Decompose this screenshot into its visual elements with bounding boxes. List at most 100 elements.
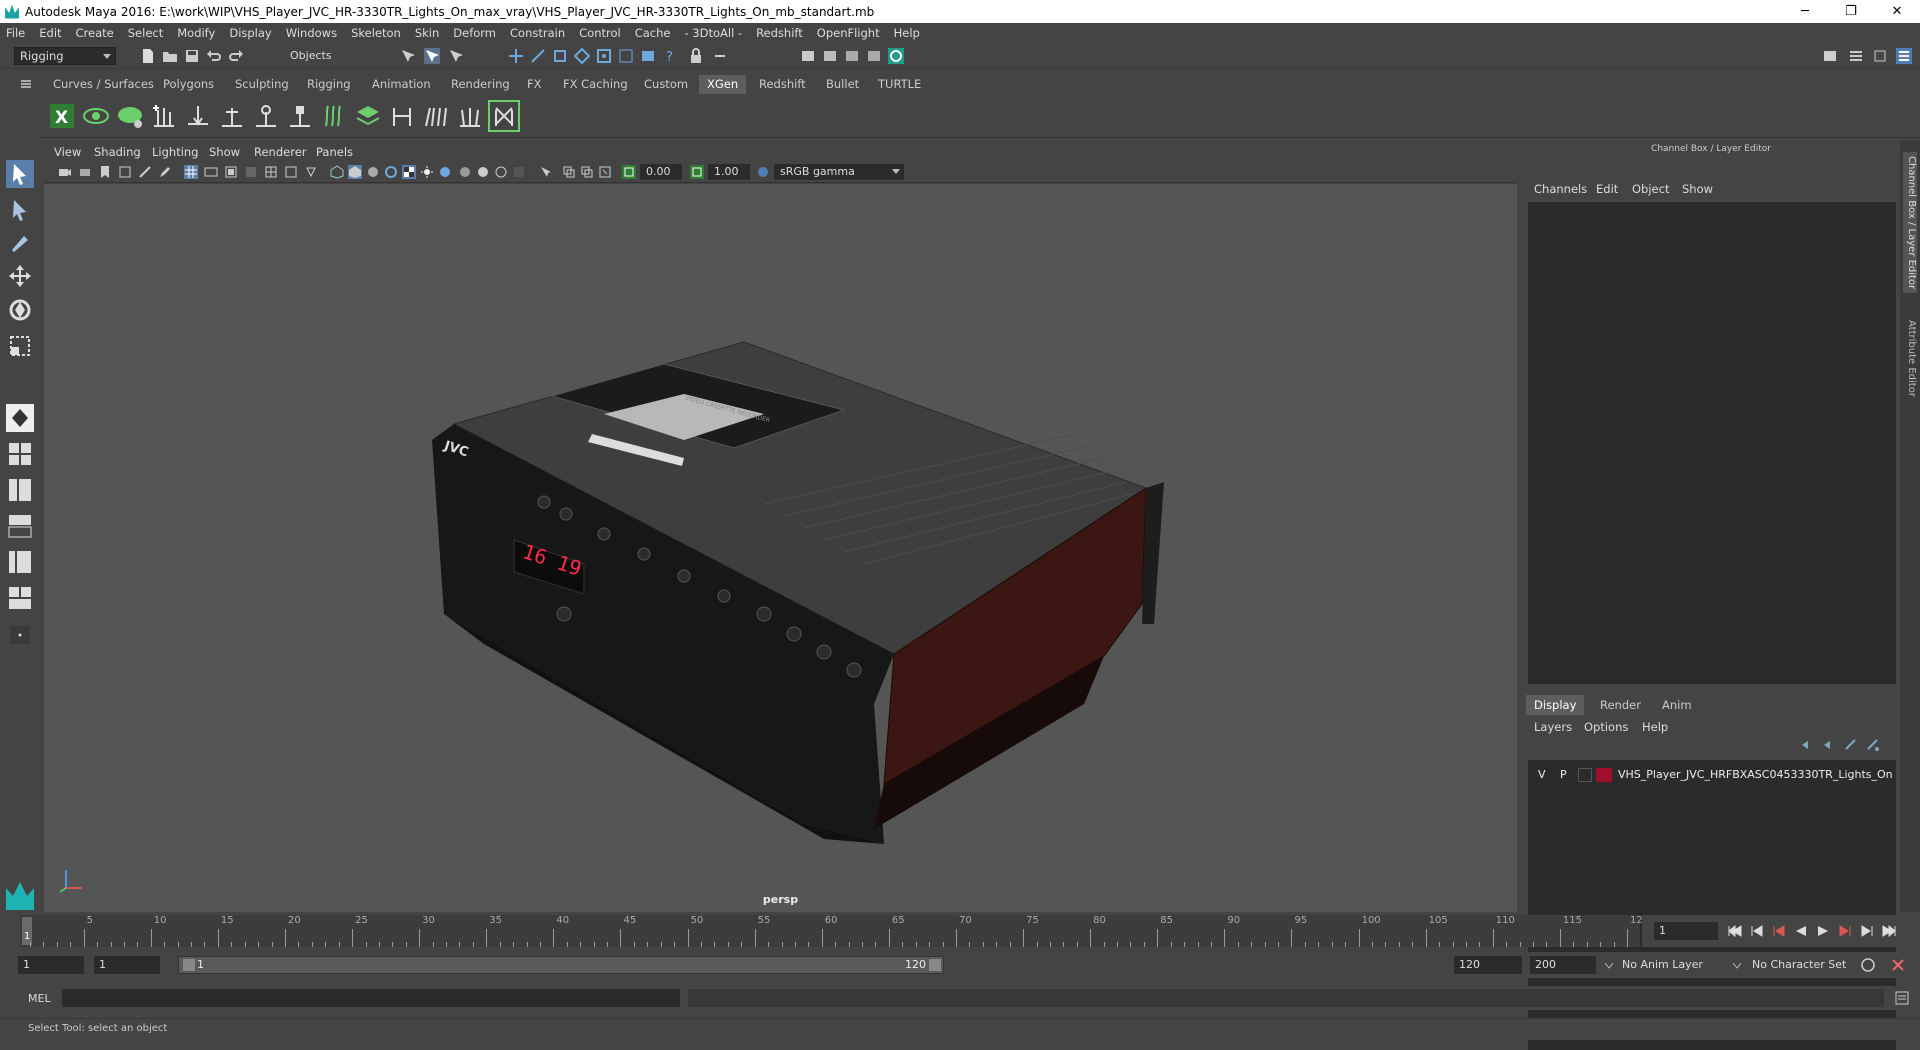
render-settings-icon[interactable] [844, 48, 860, 64]
undo-icon[interactable] [206, 48, 222, 64]
four-view-layout-icon[interactable] [6, 440, 34, 468]
viewport-menu-lighting[interactable]: Lighting [152, 145, 198, 159]
render-frame-icon[interactable] [800, 48, 816, 64]
layer-color-swatch[interactable] [1596, 768, 1612, 782]
xgen-create-description-icon[interactable] [116, 102, 144, 130]
paint-select-tool-icon[interactable] [6, 228, 34, 256]
menu-skeleton[interactable]: Skeleton [351, 26, 401, 40]
snap-bounding-icon[interactable] [618, 48, 634, 64]
menu-create[interactable]: Create [76, 26, 114, 40]
xray-joints-icon[interactable] [580, 165, 594, 179]
render-view-icon[interactable] [888, 48, 904, 64]
menu-modify[interactable]: Modify [177, 26, 215, 40]
menu-control[interactable]: Control [579, 26, 621, 40]
default-material-icon[interactable] [366, 165, 380, 179]
step-forward-frame-icon[interactable] [1838, 925, 1852, 937]
more-layouts-icon[interactable] [6, 624, 34, 646]
screen-space-ao-icon[interactable] [458, 165, 472, 179]
character-set-dropdown[interactable]: No Character Set [1752, 958, 1846, 971]
go-to-start-icon[interactable] [1728, 925, 1742, 937]
depth-of-field-icon[interactable] [512, 165, 526, 179]
tab-fx[interactable]: FX [519, 75, 550, 94]
anti-aliasing-icon[interactable] [494, 165, 508, 179]
grid-toggle-icon[interactable] [184, 165, 198, 179]
xgen-groom-icon[interactable] [320, 102, 348, 130]
play-backwards-icon[interactable] [1794, 925, 1808, 937]
tab-anim[interactable]: Anim [1654, 695, 1700, 715]
xgen-add-guide-icon[interactable] [150, 102, 178, 130]
safe-action-icon[interactable] [284, 165, 298, 179]
shelf-menu-icon[interactable] [20, 78, 32, 90]
side-tab-attribute-editor[interactable]: Attribute Editor [1903, 316, 1917, 401]
xgen-editor-icon[interactable]: X [48, 102, 76, 130]
new-layer-selected-icon[interactable] [1866, 738, 1880, 752]
menu-3dtoall[interactable]: - 3DtoAll - [684, 26, 742, 40]
command-language-label[interactable]: MEL [28, 992, 51, 1005]
layer-visibility-toggle[interactable]: V [1538, 768, 1546, 781]
playback-start-field[interactable]: 1 [94, 956, 160, 974]
tab-display[interactable]: Display [1526, 695, 1585, 715]
xgen-interactive-groom-icon[interactable] [388, 102, 416, 130]
channel-box-area[interactable] [1528, 202, 1896, 684]
ipr-render-icon[interactable] [822, 48, 838, 64]
input-output-icon[interactable] [712, 48, 728, 64]
minimize-button[interactable]: ─ [1782, 0, 1828, 23]
wireframe-on-shaded-icon[interactable] [384, 165, 398, 179]
field-chart-icon[interactable] [264, 165, 278, 179]
xgen-guide-lock-icon[interactable] [252, 102, 280, 130]
snap-grid-icon[interactable] [508, 48, 524, 64]
xray-icon[interactable] [562, 165, 576, 179]
toggle-modeling-toolkit-icon[interactable] [1848, 48, 1864, 64]
menu-select[interactable]: Select [128, 26, 163, 40]
tab-custom[interactable]: Custom [636, 75, 696, 94]
resolution-gate-icon[interactable] [224, 165, 238, 179]
side-tab-channel-box[interactable]: Channel Box / Layer Editor [1903, 152, 1917, 294]
motion-blur-icon[interactable] [476, 165, 490, 179]
layer-help-menu[interactable]: Help [1642, 720, 1668, 734]
camera-attributes-icon[interactable] [78, 165, 92, 179]
step-back-key-icon[interactable] [1750, 925, 1764, 937]
two-d-pan-zoom-icon[interactable] [138, 165, 152, 179]
tab-turtle[interactable]: TURTLE [870, 75, 929, 94]
move-layer-down-icon[interactable] [1822, 738, 1836, 752]
select-object-icon[interactable] [424, 48, 440, 64]
viewport-menu-show[interactable]: Show [209, 145, 240, 159]
new-scene-icon[interactable] [140, 48, 156, 64]
single-perspective-layout-icon[interactable] [6, 404, 34, 432]
step-back-frame-icon[interactable] [1772, 925, 1786, 937]
persp-outliner-layout-icon[interactable] [6, 476, 34, 504]
layer-playback-toggle[interactable]: P [1560, 768, 1567, 781]
image-plane-icon[interactable] [118, 165, 132, 179]
chevron-down-icon[interactable] [1604, 962, 1614, 970]
exposure-field[interactable]: 0.00 [640, 164, 682, 180]
range-end-handle[interactable] [929, 959, 941, 971]
xgen-place-guide-icon[interactable] [184, 102, 212, 130]
animation-preferences-icon[interactable] [1890, 957, 1906, 973]
chevron-down-icon[interactable] [1732, 962, 1742, 970]
tab-redshift[interactable]: Redshift [751, 75, 814, 94]
menu-display[interactable]: Display [229, 26, 271, 40]
viewport-menu-view[interactable]: View [54, 145, 81, 159]
xgen-cut-icon[interactable] [456, 102, 484, 130]
isolate-select-icon[interactable] [538, 165, 552, 179]
tab-polygons[interactable]: Polygons [155, 75, 222, 94]
view-transform-dropdown[interactable]: sRGB gamma [774, 164, 904, 180]
menu-constrain[interactable]: Constrain [510, 26, 565, 40]
xray-components-icon[interactable] [598, 165, 612, 179]
persp-graph-layout-icon[interactable] [6, 512, 34, 540]
snap-curve-icon[interactable] [530, 48, 546, 64]
select-hierarchy-icon[interactable] [400, 48, 416, 64]
gate-mask-icon[interactable] [244, 165, 258, 179]
perspective-viewport[interactable]: JVC 16 19 VIDEO CASSETTE RECORDER persp [44, 184, 1517, 912]
current-frame-field[interactable]: 1 [1654, 922, 1718, 940]
tab-rendering[interactable]: Rendering [443, 75, 518, 94]
tab-rigging[interactable]: Rigging [299, 75, 359, 94]
exposure-icon[interactable] [622, 165, 636, 179]
gamma-icon[interactable] [690, 165, 704, 179]
film-gate-icon[interactable] [204, 165, 218, 179]
scale-tool-icon[interactable] [6, 332, 34, 360]
lock-icon[interactable] [688, 48, 704, 64]
close-button[interactable]: ✕ [1874, 0, 1920, 23]
tab-fx-caching[interactable]: FX Caching [555, 75, 636, 94]
selection-mode-dropdown[interactable]: Objects [278, 47, 378, 65]
